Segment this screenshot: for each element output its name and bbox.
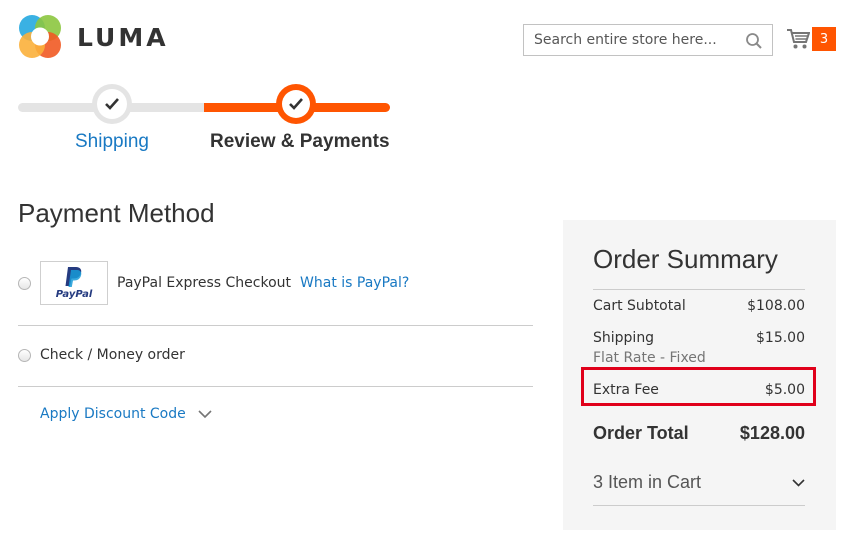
search-box <box>523 24 773 56</box>
payment-method-title: Payment Method <box>18 198 215 228</box>
step-review-label: Review & Payments <box>210 131 390 152</box>
checkmo-radio[interactable] <box>18 348 31 362</box>
search-icon[interactable] <box>745 32 763 50</box>
chevron-down-icon <box>198 409 212 418</box>
summary-divider <box>593 289 805 290</box>
paypal-logo-text: PayPal <box>55 289 93 300</box>
shipping-value: $15.00 <box>756 330 805 346</box>
step-shipping-link[interactable]: Shipping <box>75 131 149 153</box>
checkmark-icon <box>289 98 303 110</box>
extra-fee-label: Extra Fee <box>593 382 659 398</box>
order-summary: Order Summary Cart Subtotal $108.00 Ship… <box>563 220 836 530</box>
payment-divider <box>18 325 533 326</box>
paypal-label[interactable]: PayPal Express Checkout <box>117 275 291 291</box>
search-input[interactable] <box>524 25 772 55</box>
extra-fee-row: Extra Fee $5.00 <box>593 382 805 398</box>
shipping-method-label: Flat Rate - Fixed <box>593 350 706 366</box>
order-summary-title: Order Summary <box>593 244 778 274</box>
items-in-cart-toggle[interactable]: 3 Item in Cart <box>593 472 805 493</box>
summary-divider <box>593 505 805 506</box>
what-is-paypal-link[interactable]: What is PayPal? <box>300 275 409 291</box>
shipping-row: Shipping $15.00 <box>593 330 805 346</box>
step-shipping-indicator <box>92 84 132 124</box>
payment-option-checkmo: Check / Money order <box>18 345 533 365</box>
apply-discount-toggle[interactable]: Apply Discount Code <box>40 406 212 422</box>
logo-text: LUMA <box>77 22 169 52</box>
shopping-cart-icon[interactable] <box>786 28 810 50</box>
payment-divider <box>18 386 533 387</box>
checkout-progress: Shipping Review & Payments <box>18 82 390 152</box>
apply-discount-label: Apply Discount Code <box>40 406 186 422</box>
minicart[interactable]: 3 <box>786 26 838 56</box>
cart-subtotal-label: Cart Subtotal <box>593 298 686 314</box>
paypal-logo: PayPal <box>40 261 108 305</box>
step-review-indicator <box>276 84 316 124</box>
cart-subtotal-row: Cart Subtotal $108.00 <box>593 298 805 314</box>
items-in-cart-label: 3 Item in Cart <box>593 472 702 492</box>
payment-option-paypal: PayPal PayPal Express Checkout What is P… <box>18 261 533 305</box>
paypal-radio[interactable] <box>18 276 31 290</box>
luma-logo[interactable]: LUMA <box>17 14 169 60</box>
paypal-p-icon <box>65 267 82 287</box>
checkmark-icon <box>105 98 119 110</box>
extra-fee-value: $5.00 <box>764 382 805 398</box>
cart-subtotal-value: $108.00 <box>747 298 805 314</box>
cart-count-badge: 3 <box>812 27 836 51</box>
order-total-row: Order Total $128.00 <box>593 423 805 444</box>
luma-logo-icon <box>19 15 61 58</box>
order-total-value: $128.00 <box>739 423 805 443</box>
order-total-label: Order Total <box>593 423 689 443</box>
shipping-label: Shipping <box>593 330 655 346</box>
checkmo-label[interactable]: Check / Money order <box>40 347 185 363</box>
chevron-down-icon <box>792 478 805 487</box>
